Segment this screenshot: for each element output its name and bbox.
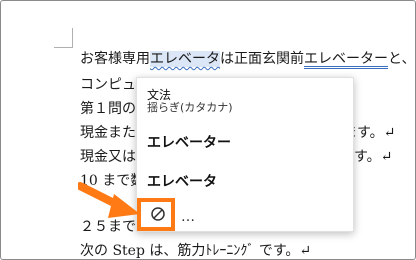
- document-line[interactable]: 第１問の: [80, 100, 136, 118]
- suggestion-option[interactable]: エレベーター: [147, 132, 231, 152]
- text: ２５まで: [80, 219, 136, 235]
- more-options-icon[interactable]: …: [181, 209, 195, 225]
- page-margin-marker: [54, 47, 73, 48]
- text: と、: [388, 51, 416, 67]
- suggestion-option[interactable]: エレベータ: [147, 171, 217, 191]
- page-margin-marker: [72, 28, 73, 47]
- document-line[interactable]: 現金又は: [80, 148, 136, 166]
- ignore-icon: [151, 207, 165, 221]
- document-line[interactable]: ２５まで: [80, 218, 136, 236]
- text: 現金又は: [80, 149, 136, 165]
- flagged-word[interactable]: エレベータ: [150, 51, 220, 67]
- text: 第１問の: [80, 101, 136, 117]
- suggested-word[interactable]: エレベーター: [304, 51, 388, 67]
- document-line[interactable]: 次の Step は、筋力ﾄﾚｰﾆﾝｸﾞ です。↵: [80, 242, 311, 260]
- document-line[interactable]: コンピュ: [80, 76, 136, 94]
- popup-subcategory: 揺らぎ(カタカナ): [147, 101, 233, 114]
- document-line[interactable]: 現金また: [80, 124, 136, 142]
- text: 現金また: [80, 125, 136, 141]
- text: コンピュ: [80, 77, 136, 93]
- arrow-icon: [78, 182, 140, 218]
- document-line[interactable]: お客様専用エレベータは正面玄関前エレベーターと、: [80, 50, 415, 68]
- text: お客様専用: [80, 51, 150, 67]
- text: 次の Step は、筋力ﾄﾚｰﾆﾝｸﾞ です。↵: [80, 243, 312, 259]
- text: は正面玄関前: [220, 51, 304, 67]
